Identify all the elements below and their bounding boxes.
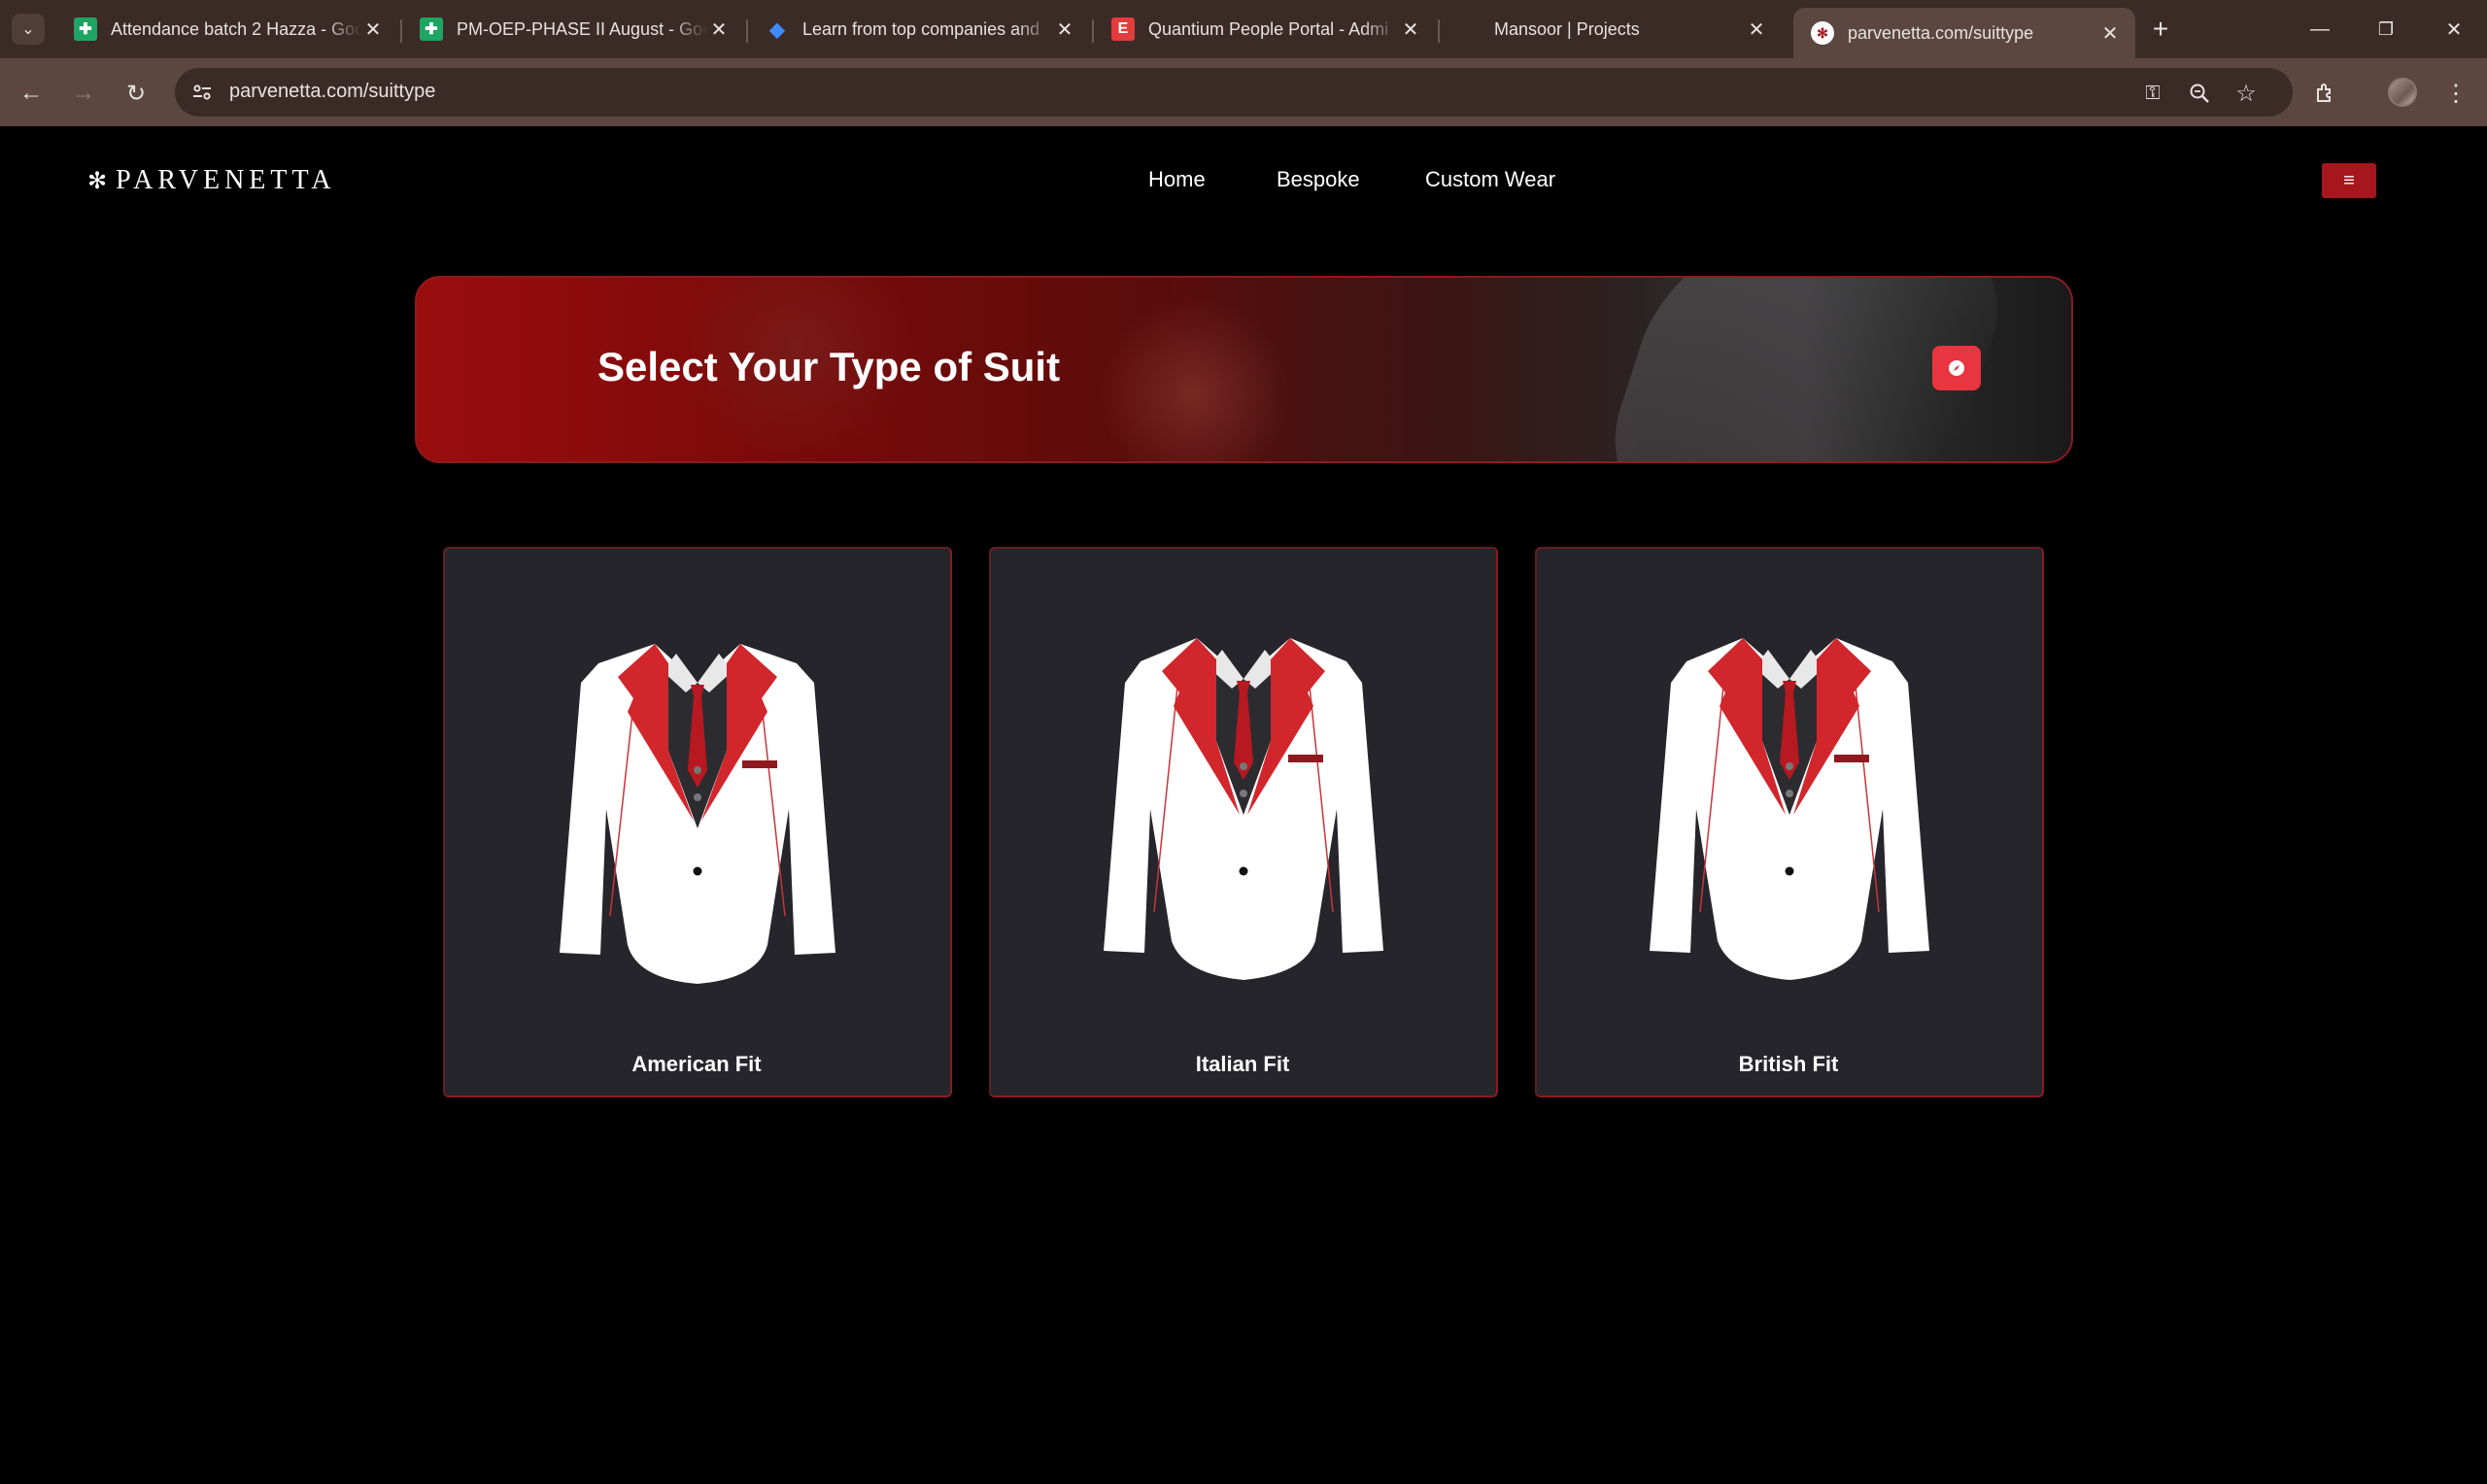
hero-banner: Select Your Type of Suit — [415, 276, 2073, 463]
close-window-button[interactable]: ✕ — [2435, 12, 2473, 47]
suit-card-label: British Fit — [1738, 1052, 1839, 1076]
suit-jacket-icon — [1104, 638, 1383, 980]
blank-icon — [1457, 17, 1481, 41]
more-menu-icon[interactable]: ⋮ — [2438, 76, 2473, 111]
tab-mansoor[interactable]: Mansoor | Projects ✕ — [1440, 8, 1782, 51]
address-bar[interactable]: parvenetta.com/suittype ⚿ ☆ — [175, 68, 2293, 117]
zoom-icon[interactable] — [2186, 80, 2213, 107]
tab-search-button[interactable]: ⌄ — [12, 14, 45, 45]
browser-toolbar: ← → ↻ parvenetta.com/suittype ⚿ ☆ ⋮ — [0, 58, 2487, 126]
site-info-icon[interactable] — [190, 81, 214, 104]
tab-pm-oep[interactable]: ✚ PM-OEP-PHASE II August - Goo ✕ — [402, 8, 744, 51]
hamburger-menu-button[interactable]: ≡ — [2322, 163, 2376, 198]
forward-button[interactable]: → — [66, 76, 101, 111]
suit-card-british[interactable]: British Fit — [1535, 547, 2044, 1097]
back-button[interactable]: ← — [14, 76, 49, 111]
compass-icon — [1949, 360, 1964, 376]
sheets-icon: ✚ — [420, 17, 443, 41]
close-tab-icon[interactable]: ✕ — [1399, 17, 1422, 42]
tab-parvenetta[interactable]: ✻ parvenetta.com/suittype ✕ — [1793, 8, 2135, 58]
nav-custom-wear[interactable]: Custom Wear — [1425, 167, 1555, 192]
suit-jacket-icon — [1650, 638, 1929, 980]
profile-avatar[interactable] — [2388, 78, 2417, 107]
banner-action-button[interactable] — [1932, 346, 1981, 390]
site-logo[interactable]: ✻ PARVENETTA — [87, 165, 336, 196]
suit-card-italian[interactable]: Italian Fit — [989, 547, 1498, 1097]
site-icon: ✻ — [1811, 21, 1834, 45]
suit-card-american[interactable]: American Fit — [443, 547, 952, 1097]
bookmark-star-icon[interactable]: ☆ — [2232, 80, 2260, 107]
nav-home[interactable]: Home — [1148, 167, 1206, 192]
close-tab-icon[interactable]: ✕ — [361, 17, 385, 42]
reload-button[interactable]: ↻ — [119, 76, 153, 111]
url-text[interactable]: parvenetta.com/suittype — [229, 81, 435, 103]
tab-learn[interactable]: ◆ Learn from top companies and ✕ — [748, 8, 1090, 51]
tab-strip: ⌄ ✚ Attendance batch 2 Hazza - Goo ✕ ✚ P… — [0, 0, 2487, 58]
suit-card-label: American Fit — [631, 1052, 762, 1076]
banner-background-image — [1097, 297, 1291, 461]
e-icon: E — [1111, 17, 1135, 41]
sheets-icon: ✚ — [74, 17, 97, 41]
restore-button[interactable]: ❐ — [2367, 12, 2405, 47]
password-key-icon[interactable]: ⚿ — [2139, 80, 2166, 107]
close-tab-icon[interactable]: ✕ — [1053, 17, 1076, 42]
extensions-icon[interactable] — [2308, 76, 2343, 111]
close-tab-icon[interactable]: ✕ — [2098, 21, 2122, 46]
close-tab-icon[interactable]: ✕ — [707, 17, 731, 42]
diamond-icon: ◆ — [769, 18, 785, 41]
nav-bespoke[interactable]: Bespoke — [1277, 167, 1360, 192]
tab-attendance[interactable]: ✚ Attendance batch 2 Hazza - Goo ✕ — [56, 8, 398, 51]
page: ✻ PARVENETTA Home Bespoke Custom Wear ≡ … — [0, 126, 2487, 1484]
snowflake-icon: ✻ — [87, 168, 113, 194]
new-tab-button[interactable]: + — [2145, 14, 2176, 45]
suit-card-label: Italian Fit — [1195, 1052, 1290, 1076]
tab-quantium[interactable]: E Quantium People Portal - Admi ✕ — [1094, 8, 1436, 51]
close-tab-icon[interactable]: ✕ — [1745, 17, 1768, 42]
minimize-button[interactable]: — — [2300, 12, 2339, 47]
page-title: Select Your Type of Suit — [597, 344, 1061, 389]
suit-jacket-icon — [560, 644, 835, 984]
